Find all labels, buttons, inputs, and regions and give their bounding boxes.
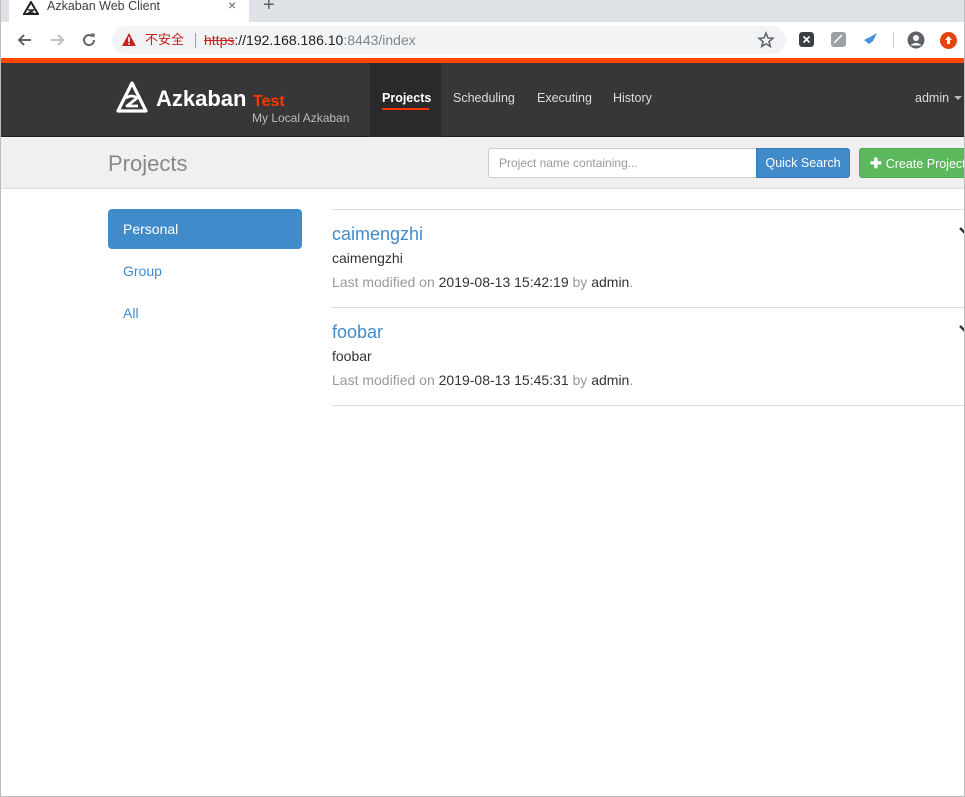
project-modified: Last modified on 2019-08-13 15:45:31 by … — [332, 372, 633, 388]
active-nav-underline — [382, 108, 429, 110]
chevron-down-icon[interactable] — [958, 322, 965, 336]
meta-prefix: Last modified on — [332, 372, 435, 388]
omnibox-divider — [195, 33, 196, 48]
user-name: admin — [915, 91, 950, 105]
brand-subtitle: My Local Azkaban — [252, 111, 350, 125]
new-tab-icon[interactable]: + — [263, 0, 275, 15]
url-text[interactable]: https://192.168.186.10:8443/index — [204, 32, 416, 48]
sidebar-item-group[interactable]: Group — [108, 251, 302, 291]
azkaban-favicon-icon — [23, 1, 39, 15]
nav-projects[interactable]: Projects — [370, 63, 441, 137]
create-project-label: Create Project — [885, 157, 965, 171]
modified-by-user: admin — [591, 372, 630, 388]
extension-puzzle-icon[interactable] — [831, 32, 846, 47]
url-host: ://192.168.186.10 — [234, 32, 344, 48]
sidebar-item-all[interactable]: All — [108, 293, 302, 333]
caret-down-icon — [954, 96, 963, 100]
user-menu[interactable]: admin — [915, 91, 963, 105]
tab-close-icon[interactable]: × — [228, 0, 236, 12]
page-header: Projects Quick Search ✚Create Project — [1, 137, 964, 189]
meta-by: by — [572, 372, 588, 388]
page-title: Projects — [108, 151, 188, 176]
nav-projects-label: Projects — [382, 91, 432, 105]
project-row: foobar foobar Last modified on 2019-08-1… — [332, 308, 965, 406]
extension-bird-icon[interactable] — [863, 32, 878, 47]
tab-title: Azkaban Web Client — [47, 0, 161, 13]
insecure-label[interactable]: 不安全 — [145, 32, 184, 48]
quick-search-button[interactable]: Quick Search — [756, 148, 850, 178]
sidebar-item-personal[interactable]: Personal — [108, 209, 302, 249]
azkaban-logo-icon[interactable] — [116, 81, 148, 113]
project-name-link[interactable]: caimengzhi — [332, 224, 423, 244]
url-path: :8443/index — [343, 32, 416, 48]
modified-time: 2019-08-13 15:42:19 — [438, 274, 569, 290]
meta-suffix: . — [629, 372, 634, 388]
forward-icon[interactable] — [47, 30, 67, 50]
modified-by-user: admin — [591, 274, 630, 290]
meta-prefix: Last modified on — [332, 274, 435, 290]
project-name-link[interactable]: foobar — [332, 322, 383, 342]
project-description: foobar — [332, 348, 372, 364]
nav-executing[interactable]: Executing — [537, 63, 592, 137]
nav-scheduling[interactable]: Scheduling — [453, 63, 515, 137]
modified-time: 2019-08-13 15:45:31 — [438, 372, 569, 388]
toolbar-divider — [893, 32, 894, 48]
chevron-down-icon[interactable] — [958, 224, 965, 238]
warning-icon — [122, 33, 136, 46]
project-search-input[interactable] — [488, 148, 757, 178]
reload-icon[interactable] — [79, 30, 99, 50]
project-list: caimengzhi caimengzhi Last modified on 2… — [332, 209, 965, 406]
brand-name[interactable]: Azkaban — [156, 87, 246, 111]
bookmark-star-icon[interactable] — [757, 31, 775, 49]
address-bar[interactable]: 不安全 https://192.168.186.10:8443/index — [112, 26, 786, 54]
project-description: caimengzhi — [332, 250, 403, 266]
browser-window: Azkaban Web Client × + 不安全 https://192.1… — [0, 0, 965, 797]
azkaban-navbar: Azkaban Test My Local Azkaban Projects S… — [1, 63, 964, 137]
extension-x-icon[interactable] — [799, 32, 814, 47]
browser-toolbar: 不安全 https://192.168.186.10:8443/index — [1, 22, 964, 58]
plus-icon: ✚ — [870, 155, 882, 171]
nav-history[interactable]: History — [613, 63, 652, 137]
tab-strip: Azkaban Web Client × + — [1, 0, 964, 22]
update-icon[interactable] — [940, 32, 957, 49]
meta-by: by — [572, 274, 588, 290]
project-modified: Last modified on 2019-08-13 15:42:19 by … — [332, 274, 633, 290]
browser-tab[interactable]: Azkaban Web Client × — [9, 0, 249, 22]
create-project-button[interactable]: ✚ Create Project — [859, 148, 965, 178]
meta-suffix: . — [629, 274, 634, 290]
back-icon[interactable] — [15, 30, 35, 50]
profile-avatar-icon[interactable] — [907, 31, 925, 49]
url-scheme: https — [204, 32, 235, 48]
brand-environment: Test — [253, 93, 285, 110]
project-row: caimengzhi caimengzhi Last modified on 2… — [332, 210, 965, 308]
